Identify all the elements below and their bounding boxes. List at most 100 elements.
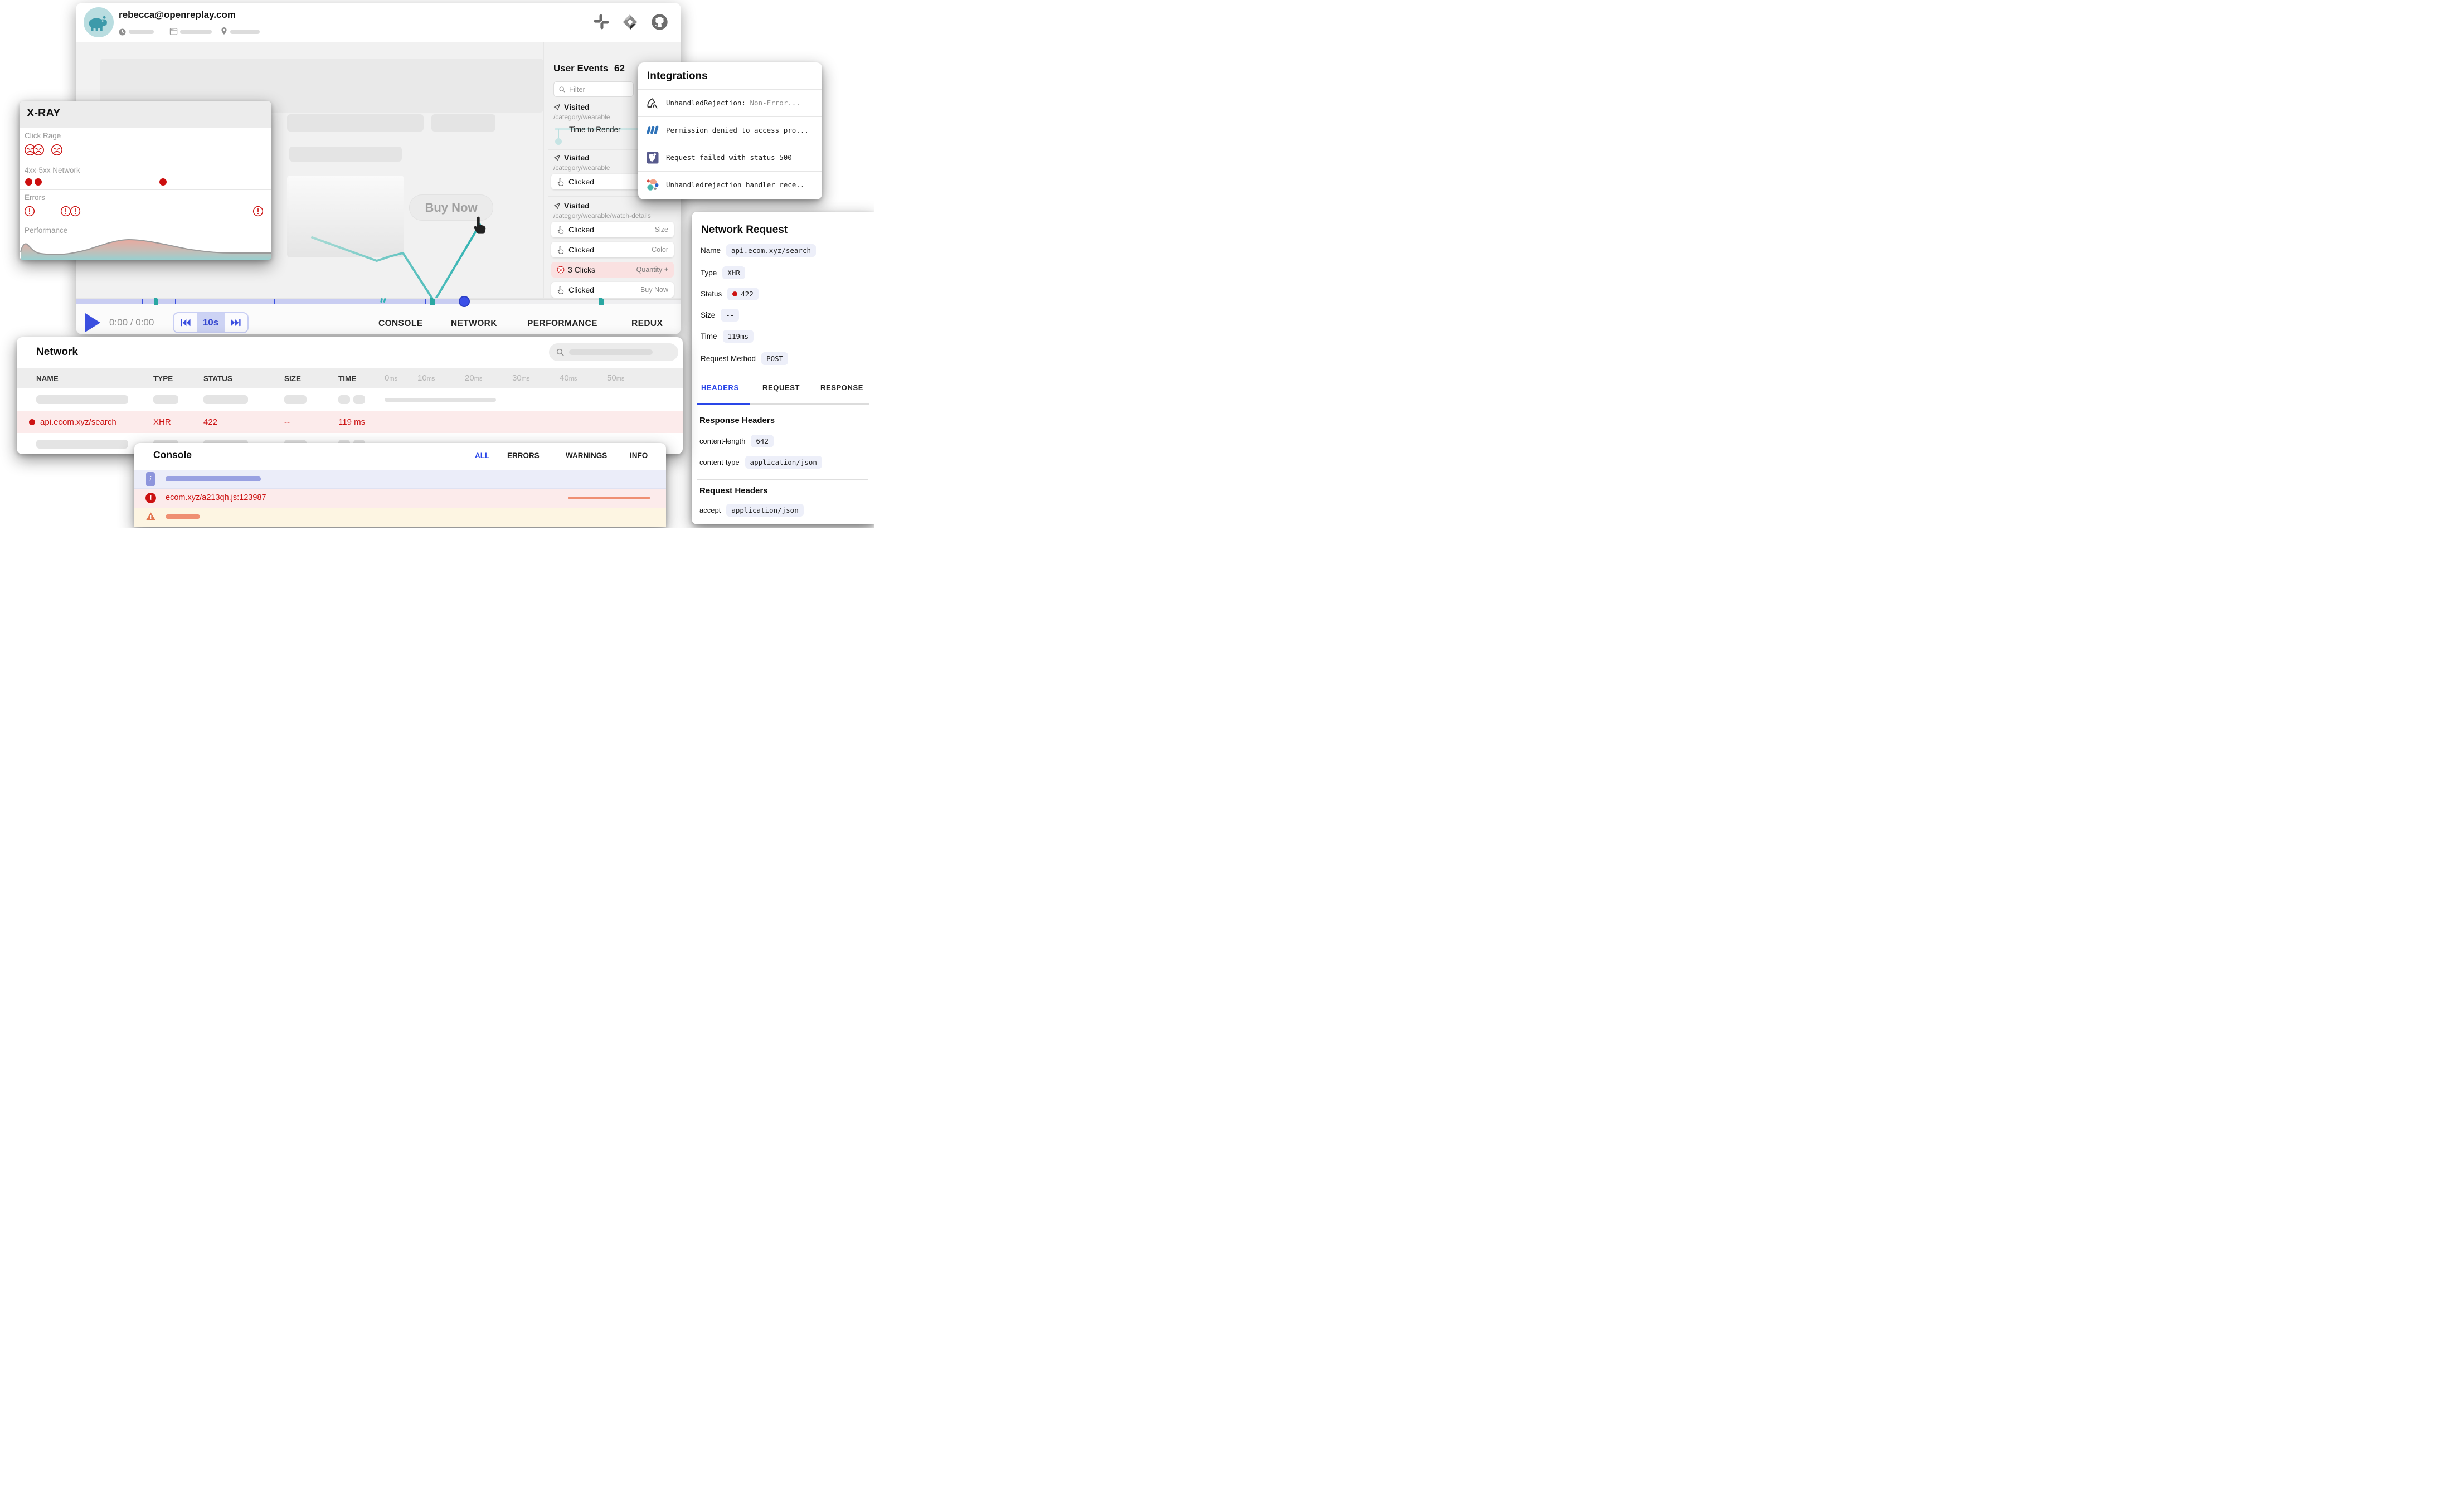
request-method-row: Request Method POST: [701, 352, 788, 365]
event-visited[interactable]: Visited: [553, 103, 590, 111]
cell-size: --: [284, 417, 290, 427]
tab-errors[interactable]: ERRORS: [507, 451, 540, 460]
event-clicked-card[interactable]: Clicked Color: [551, 242, 674, 257]
location-skeleton: [230, 30, 260, 34]
errors-label: Errors: [25, 193, 45, 202]
error-exclamation-icon[interactable]: [24, 206, 35, 220]
cell-status: 422: [203, 417, 217, 427]
timeline-event-tick[interactable]: [142, 299, 143, 304]
xray-header: X-RAY: [20, 101, 271, 128]
event-visited[interactable]: Visited: [553, 201, 590, 210]
timeline-event-tick[interactable]: [175, 299, 176, 304]
col-name[interactable]: NAME: [36, 374, 59, 383]
table-header-row: NAME TYPE STATUS SIZE TIME 0ms 10ms 20ms…: [17, 368, 683, 388]
accept-row: accept application/json: [699, 504, 804, 517]
col-size[interactable]: SIZE: [284, 374, 301, 383]
search-icon: [556, 348, 565, 357]
integration-message: Request failed with status 500: [666, 153, 792, 162]
tab-console[interactable]: CONSOLE: [378, 319, 422, 329]
field-label: content-length: [699, 437, 745, 445]
user-email: rebecca@openreplay.com: [119, 9, 236, 21]
network-error-dot[interactable]: [159, 178, 167, 186]
request-size-value: --: [721, 309, 739, 322]
skeleton-bar: [287, 114, 424, 132]
timeline-event-tick[interactable]: [274, 299, 275, 304]
events-filter-input[interactable]: Filter: [553, 81, 634, 97]
user-events-title: User Events: [553, 63, 608, 74]
event-visited[interactable]: Visited: [553, 153, 590, 162]
event-clicked-card[interactable]: Clicked Buy Now: [551, 282, 674, 298]
integration-row-elastic[interactable]: Unhandledrejection handler rece..: [638, 171, 822, 198]
skip-controls: 10s: [173, 312, 249, 333]
table-row-skeleton[interactable]: [17, 388, 683, 411]
timeline-quote-marker[interactable]: [380, 297, 387, 304]
playhead[interactable]: [459, 296, 470, 307]
tab-request[interactable]: REQUEST: [762, 383, 800, 392]
duration-skeleton: [129, 30, 154, 34]
slack-icon[interactable]: [594, 14, 609, 30]
skip-forward-button[interactable]: [225, 313, 247, 332]
integration-row-sentry[interactable]: UnhandledRejection: Non-Error...: [638, 89, 822, 116]
github-icon[interactable]: [651, 13, 668, 31]
request-size-row: Size --: [701, 309, 739, 322]
log-skeleton: [166, 476, 261, 481]
timeline-doc-marker[interactable]: [430, 298, 435, 305]
timeline-event-tick[interactable]: [425, 299, 426, 304]
integration-row-rollbar[interactable]: Permission denied to access pro...: [638, 116, 822, 144]
skip-back-button[interactable]: [174, 313, 197, 332]
jira-icon[interactable]: [621, 13, 639, 31]
tab-response[interactable]: RESPONSE: [820, 383, 863, 392]
network-search-input[interactable]: [549, 343, 678, 361]
network-table-panel: Network NAME TYPE STATUS SIZE TIME 0ms 1…: [17, 337, 683, 454]
event-clicked-card[interactable]: Clicked Size: [551, 222, 674, 237]
tab-info[interactable]: INFO: [630, 451, 648, 460]
field-label: content-type: [699, 458, 740, 466]
tab-network[interactable]: NETWORK: [451, 319, 497, 329]
table-row-error[interactable]: api.ecom.xyz/search XHR 422 -- 119 ms: [17, 411, 683, 433]
col-type[interactable]: TYPE: [153, 374, 173, 383]
error-exclamation-icon[interactable]: [252, 206, 264, 220]
console-error-row[interactable]: ! ecom.xyz/a213qh.js:123987: [134, 489, 666, 508]
clock-icon: [118, 28, 127, 36]
avatar: [84, 7, 114, 37]
col-time[interactable]: TIME: [338, 374, 356, 383]
timeline-progress[interactable]: [76, 299, 464, 304]
timeline-doc-marker[interactable]: [153, 298, 159, 305]
error-dot: [29, 419, 35, 425]
network-error-dot[interactable]: [25, 178, 32, 186]
tab-redux[interactable]: REDUX: [631, 319, 663, 329]
error-exclamation-icon[interactable]: [70, 206, 81, 220]
session-header: rebecca@openreplay.com: [76, 3, 681, 42]
skeleton-bar: [289, 147, 402, 162]
tab-warnings[interactable]: WARNINGS: [566, 451, 607, 460]
app-stage: rebecca@openreplay.com Buy Now: [0, 0, 874, 528]
col-status[interactable]: STATUS: [203, 374, 232, 383]
event-rage-click-card[interactable]: 3 Clicks Quantity +: [551, 262, 674, 278]
tab-all[interactable]: ALL: [475, 451, 489, 460]
console-warning-row[interactable]: [134, 508, 666, 527]
tab-performance[interactable]: PERFORMANCE: [527, 319, 597, 329]
console-info-row[interactable]: i: [134, 470, 666, 489]
cell-name: api.ecom.xyz/search: [40, 417, 116, 427]
request-time-value: 119ms: [723, 330, 754, 343]
integration-row-datadog[interactable]: Request failed with status 500: [638, 144, 822, 171]
sentry-icon: [646, 96, 659, 110]
rage-face-icon[interactable]: [51, 144, 63, 159]
navigate-icon: [553, 104, 561, 111]
timescale-20ms: 20ms: [465, 373, 482, 383]
rage-face-icon[interactable]: [32, 144, 45, 159]
error-icon: !: [145, 493, 156, 503]
timeline-track[interactable]: [464, 299, 681, 304]
performance-area-chart: [20, 236, 271, 260]
tab-headers[interactable]: HEADERS: [701, 383, 739, 392]
play-button[interactable]: [85, 313, 100, 332]
skip-interval-value[interactable]: 10s: [197, 313, 225, 332]
content-type-row: content-type application/json: [699, 456, 822, 469]
hand-pointer-icon: [557, 226, 565, 234]
divider: [20, 189, 271, 190]
network-errors-label: 4xx-5xx Network: [25, 166, 80, 174]
request-status-row: Status 422: [701, 288, 759, 300]
timeline-doc-marker[interactable]: [599, 298, 604, 305]
network-error-dot[interactable]: [35, 178, 42, 186]
browser-icon: [169, 27, 178, 36]
